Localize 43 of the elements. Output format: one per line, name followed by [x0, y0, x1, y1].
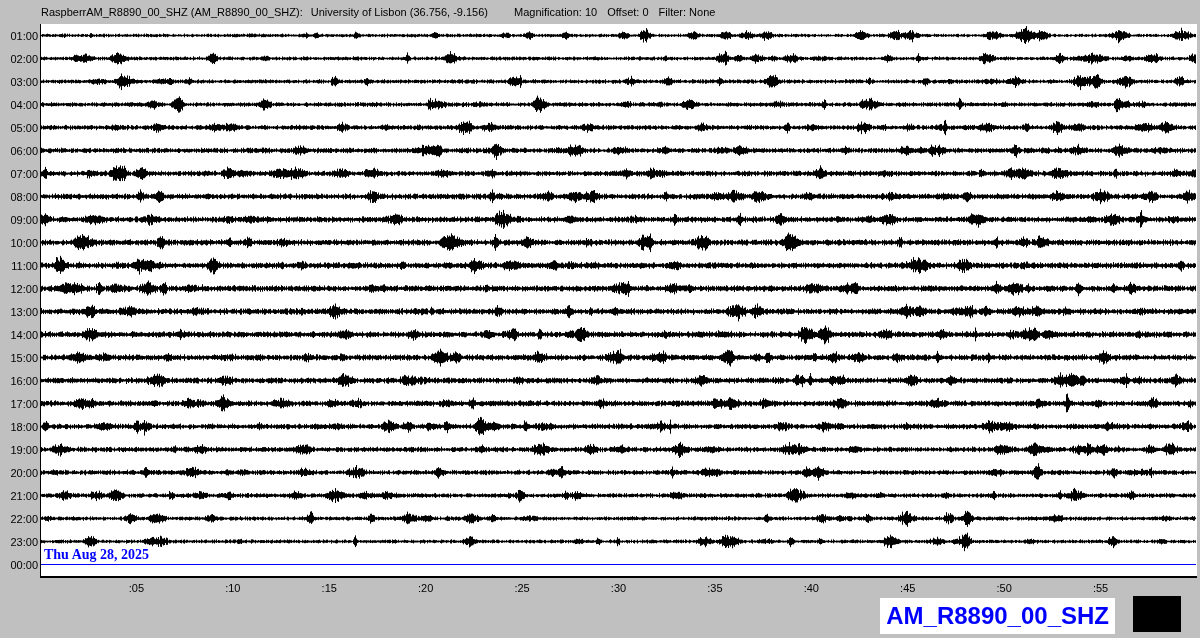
date-label: Thu Aug 28, 2025	[44, 547, 150, 563]
hour-label: 17:00	[9, 396, 39, 412]
hour-label: 23:00	[9, 534, 39, 550]
hour-label: 10:00	[9, 235, 39, 251]
hour-label: 01:00	[9, 28, 39, 44]
hour-label: 20:00	[9, 465, 39, 481]
hour-label: 00:00	[9, 557, 39, 573]
hour-label: 19:00	[9, 442, 39, 458]
minute-tick-label: :15	[321, 582, 337, 594]
hour-label: 21:00	[9, 488, 39, 504]
minute-tick-label: :30	[610, 582, 627, 594]
hour-label: 15:00	[9, 350, 39, 366]
minute-tick-label: :50	[996, 582, 1012, 594]
hour-label: 14:00	[9, 327, 39, 343]
minute-tick-label: :10	[225, 582, 241, 594]
status-indicator	[1133, 596, 1181, 632]
hour-label: 18:00	[9, 419, 39, 435]
hour-label: 04:00	[9, 97, 39, 113]
hour-label: 03:00	[9, 74, 39, 90]
minute-tick-label: :35	[707, 582, 723, 594]
hour-label: 13:00	[9, 304, 39, 320]
filter-text: Filter: None	[658, 6, 716, 18]
minute-tick-label: :40	[803, 582, 819, 594]
minute-tick-label: :20	[418, 582, 434, 594]
hour-label: 07:00	[9, 166, 39, 182]
hour-label: 06:00	[9, 143, 39, 159]
hour-label: 11:00	[10, 258, 39, 274]
location-text: University of Lisbon (36.756, -9.156)	[310, 6, 488, 18]
channel-label: AM_R8890_00_SHZ	[880, 598, 1115, 634]
minute-tick-label: :05	[128, 582, 145, 594]
hour-label: 12:00	[9, 281, 39, 297]
hour-label: 08:00	[9, 189, 39, 205]
minute-tick-label: :55	[1092, 582, 1109, 594]
offset-text: Offset: 0	[607, 6, 649, 18]
hour-label: 22:00	[9, 511, 39, 527]
hour-label: 09:00	[9, 212, 39, 228]
hour-label: 05:00	[9, 120, 39, 136]
minute-tick-label: :25	[514, 582, 530, 594]
station-name: RaspberrAM_R8890_00_SHZ (AM_R8890_00_SHZ):	[41, 6, 303, 18]
hour-label: 16:00	[9, 373, 39, 389]
minute-tick-label: :45	[900, 582, 916, 594]
magnification-text: Magnification: 10	[514, 6, 598, 18]
hour-label: 02:00	[9, 51, 39, 67]
